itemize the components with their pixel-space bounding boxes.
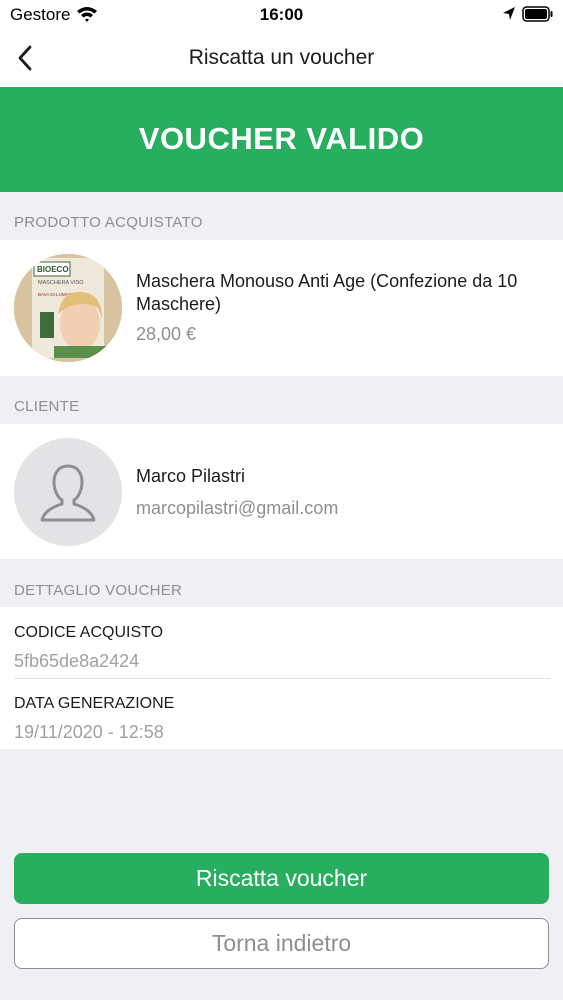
purchase-code-value: 5fb65de8a2424 xyxy=(14,651,140,671)
avatar xyxy=(14,438,122,546)
user-placeholder-icon xyxy=(14,438,122,546)
product-price: 28,00 € xyxy=(136,324,197,344)
purchase-code-label: CODICE ACQUISTO xyxy=(14,624,164,641)
voucher-detail-card: CODICE ACQUISTO 5fb65de8a2424 DATA GENER… xyxy=(0,607,563,749)
client-card: Marco Pilastri marcopilastri@gmail.com xyxy=(0,424,563,559)
page-title: Riscatta un voucher xyxy=(188,46,375,69)
product-image-line1: MASCHERA VISO xyxy=(38,280,84,286)
product-image: BIOECO MASCHERA VISO BAVA DI LUMACA xyxy=(14,254,122,362)
generation-date-value: 19/11/2020 - 12:58 xyxy=(14,722,164,742)
voucher-status-text: VOUCHER VALIDO xyxy=(138,121,425,156)
product-image-brand: BIOECO xyxy=(37,265,69,274)
voucher-status-banner: VOUCHER VALIDO xyxy=(0,87,563,192)
client-section-header: CLIENTE xyxy=(14,398,80,415)
voucher-section-header: DETTAGLIO VOUCHER xyxy=(14,582,183,599)
client-name: Marco Pilastri xyxy=(136,466,246,486)
redeem-voucher-button[interactable]: Riscatta voucher xyxy=(14,853,549,904)
product-section-header: PRODOTTO ACQUISTATO xyxy=(14,214,203,231)
navigation-bar: Riscatta un voucher xyxy=(0,30,563,87)
status-bar: Gestore 16:00 xyxy=(0,0,563,30)
status-time: 16:00 xyxy=(259,5,304,24)
product-name: Maschera Monouso Anti Age (Confezione da… xyxy=(136,271,518,314)
divider xyxy=(14,678,550,679)
generation-date-label: DATA GENERAZIONE xyxy=(14,695,175,712)
go-back-button[interactable]: Torna indietro xyxy=(14,918,549,969)
product-card: BIOECO MASCHERA VISO BAVA DI LUMACA Masc… xyxy=(0,240,563,376)
client-email: marcopilastri@gmail.com xyxy=(136,498,339,518)
location-arrow-icon xyxy=(502,6,516,27)
battery-icon xyxy=(522,6,554,27)
